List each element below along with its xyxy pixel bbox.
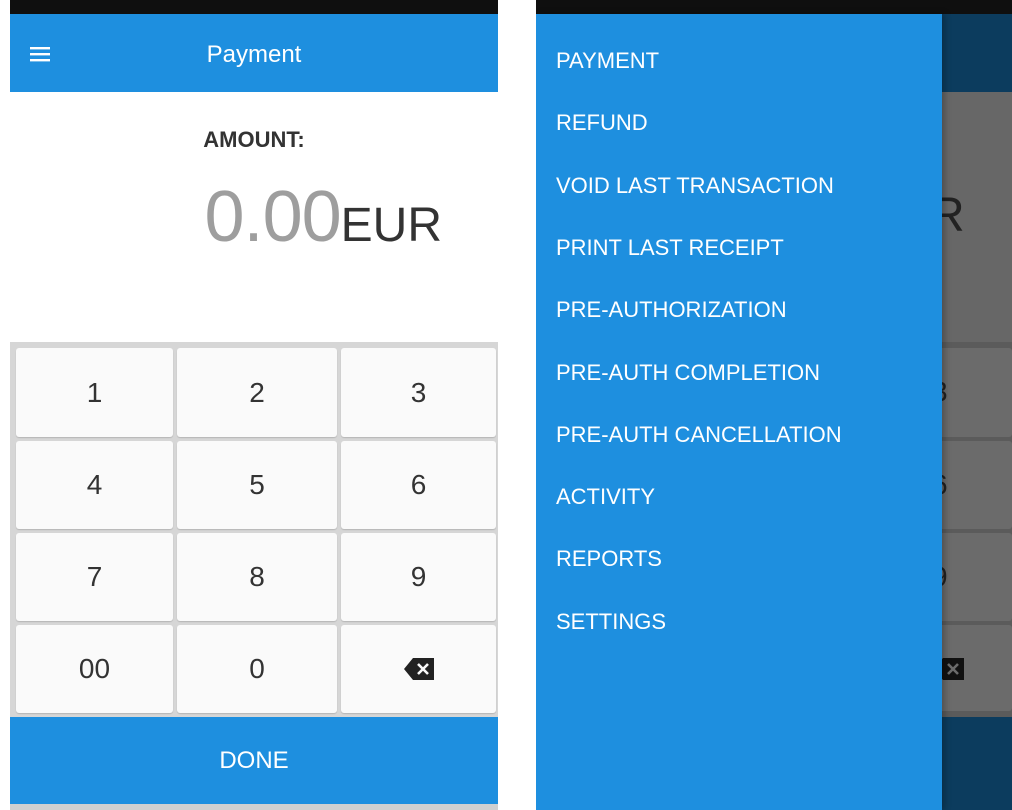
payment-screen: Payment AMOUNT: 0.00EUR 1 2 3 4 5 6 7 8 9 00 0 DON…: [10, 0, 498, 810]
key-3[interactable]: 3: [341, 348, 496, 437]
amount-label: AMOUNT:: [203, 127, 305, 152]
key-00[interactable]: 00: [16, 625, 173, 713]
key-4[interactable]: 4: [16, 441, 173, 529]
drawer-item-pre-auth-cancellation[interactable]: PRE-AUTH CANCELLATION: [556, 415, 842, 455]
bottom-edge: [10, 804, 498, 810]
navigation-drawer: PAYMENT REFUND VOID LAST TRANSACTION PRINT …: [536, 14, 942, 810]
drawer-item-pre-authorization[interactable]: PRE-AUTHORIZATION: [556, 290, 787, 330]
key-9[interactable]: 9: [341, 533, 496, 621]
amount-display: 0.00EUR: [205, 176, 442, 258]
drawer-item-pre-auth-completion[interactable]: PRE-AUTH COMPLETION: [556, 353, 820, 393]
app-bar: Payment: [10, 14, 498, 92]
drawer-screen: R 3 6 9 PAYMENTREFUNDVOID LAST TRANSACTI…: [536, 0, 1012, 810]
drawer-item-print-last-receipt[interactable]: PRINT LAST RECEIPT: [556, 228, 784, 268]
status-bar: [536, 0, 1012, 14]
drawer-item-settings[interactable]: SETTINGS: [556, 602, 666, 642]
drawer-item-reports[interactable]: REPORTS: [556, 539, 662, 579]
key-6[interactable]: 6: [341, 441, 496, 529]
drawer-item-void-last-transaction[interactable]: VOID LAST TRANSACTION: [556, 166, 834, 206]
key-2[interactable]: 2: [177, 348, 337, 437]
backspace-icon: [403, 658, 434, 680]
key-0[interactable]: 0: [177, 625, 337, 713]
done-button[interactable]: DONE: [10, 717, 498, 804]
amount-value: 0.00: [204, 177, 342, 257]
numeric-keypad: 1 2 3 4 5 6 7 8 9 00 0: [10, 342, 498, 717]
drawer-item-payment[interactable]: PAYMENT: [556, 41, 659, 81]
key-7[interactable]: 7: [16, 533, 173, 621]
amount-panel: AMOUNT: 0.00EUR: [10, 92, 498, 342]
key-8[interactable]: 8: [177, 533, 337, 621]
status-bar: [10, 0, 498, 14]
backspace-button[interactable]: [341, 625, 496, 713]
amount-currency: EUR: [340, 199, 442, 252]
drawer-item-refund[interactable]: REFUND: [556, 103, 648, 143]
page-title: Payment: [206, 41, 302, 68]
key-1[interactable]: 1: [16, 348, 173, 437]
key-5[interactable]: 5: [177, 441, 337, 529]
drawer-item-activity[interactable]: ACTIVITY: [556, 477, 655, 517]
